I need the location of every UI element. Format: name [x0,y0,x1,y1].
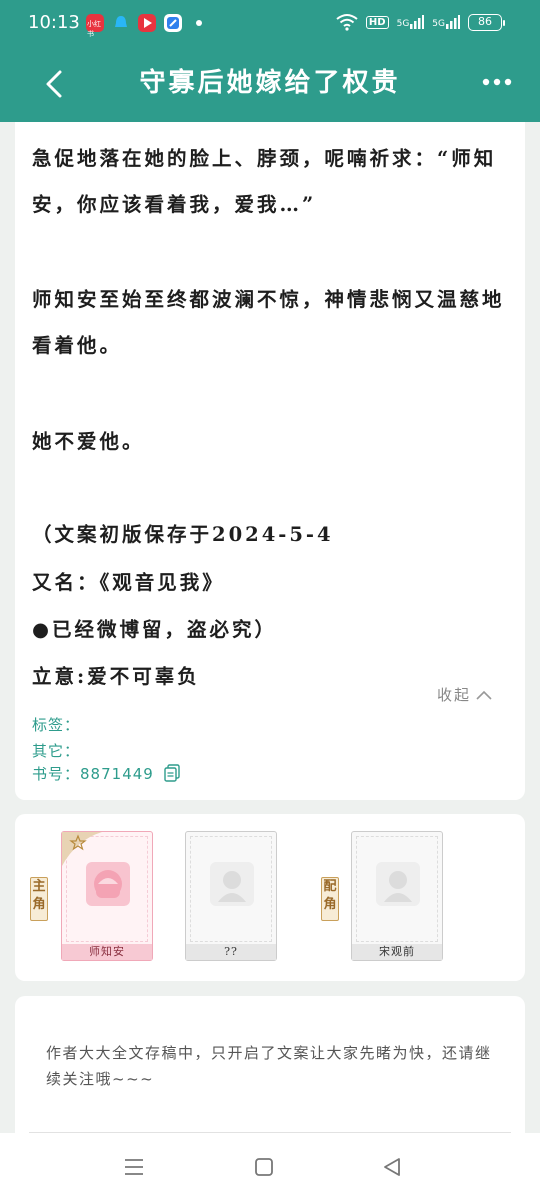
signal-bars-icon [410,15,425,29]
status-time: 10:13 [28,12,80,33]
book-intro-card: 急促地落在她的脸上、脖颈，呢喃祈求：“师知 安，你应该看着我，爱我…” 师知安至… [15,122,525,800]
video-app-icon [138,14,156,32]
home-button[interactable] [252,1155,276,1179]
intro-line: 立意:爱不可辜负 [32,665,200,688]
book-number: 8871449 [80,765,154,783]
author-note-text: 作者大大全文存稿中，只开启了文案让大家先睹为快，还请继续关注哦~~~ [46,1044,492,1088]
intro-line: 她不爱他。 [32,430,145,453]
menu-lines-icon [125,1159,143,1175]
other-row: 其它： [32,740,80,761]
character-name: 宋观前 [352,944,442,960]
tags-label: 标签： [32,716,81,734]
character-card[interactable]: 宋观前 [351,831,443,961]
chevron-up-icon [476,690,492,700]
tags-row: 标签： [32,714,80,735]
more-options-button[interactable] [480,70,514,94]
character-avatar [86,862,130,906]
corner-ribbon-icon [62,832,102,866]
intro-line: 又名：《观音见我》 [32,571,225,594]
signal-1: 5G [397,15,425,29]
qq-app-icon [112,14,130,32]
collapse-label: 收起 [436,686,471,704]
system-nav-bar [0,1133,540,1200]
system-back-button[interactable] [380,1155,404,1179]
home-square-icon [255,1158,273,1176]
intro-line: ●已经微博留，盗必究） [32,618,278,641]
recent-apps-button[interactable] [122,1155,146,1179]
battery-indicator: 86 [468,13,505,31]
character-name: ?? [186,944,276,960]
characters-card: 主角 师知安 ?? 配角 宋观前 [15,814,525,981]
intro-line: 师知安至始至终都波澜不惊，神情悲悯又温慈地 [32,288,505,311]
more-dots-icon [482,78,512,86]
book-number-label: 书号： [32,765,81,783]
blue-app-icon [164,14,182,32]
signal-bars-icon [446,15,460,29]
character-avatar [210,862,254,906]
intro-line: 急促地落在她的脸上、脖颈，呢喃祈求：“师知 [32,147,497,170]
triangle-back-icon [384,1158,400,1176]
other-label: 其它： [32,742,81,760]
signal-2: 5G [432,15,460,29]
top-nav-bar: 守寡后她嫁给了权贵 [0,46,540,122]
character-card[interactable]: ?? [185,831,277,961]
collapse-intro-button[interactable]: 收起 [437,684,493,705]
character-card[interactable]: 师知安 [61,831,153,961]
book-number-row: 书号：8871449 [32,763,180,786]
xiaohongshu-app-icon: 小红书 [86,14,104,38]
character-name: 师知安 [62,944,152,960]
wifi-icon [336,14,358,31]
status-indicators: HD 5G 5G 86 [336,13,505,31]
character-avatar [376,862,420,906]
intro-line: 看着他。 [32,334,123,357]
intro-line: （文案初版保存于2024-5-4 [32,523,334,546]
hd-badge: HD [365,15,389,29]
status-bar: 10:13 小红书 HD 5G 5G 86 [0,0,540,46]
support-role-tag: 配角 [321,877,339,921]
copy-book-number-button[interactable] [163,763,180,786]
intro-line: 安，你应该看着我，爱我…” [32,193,317,216]
page-title: 守寡后她嫁给了权贵 [139,68,401,98]
notification-dot-icon [196,20,202,26]
status-app-icons: 小红书 [86,14,202,38]
copy-icon [163,763,180,782]
main-role-tag: 主角 [30,877,48,921]
